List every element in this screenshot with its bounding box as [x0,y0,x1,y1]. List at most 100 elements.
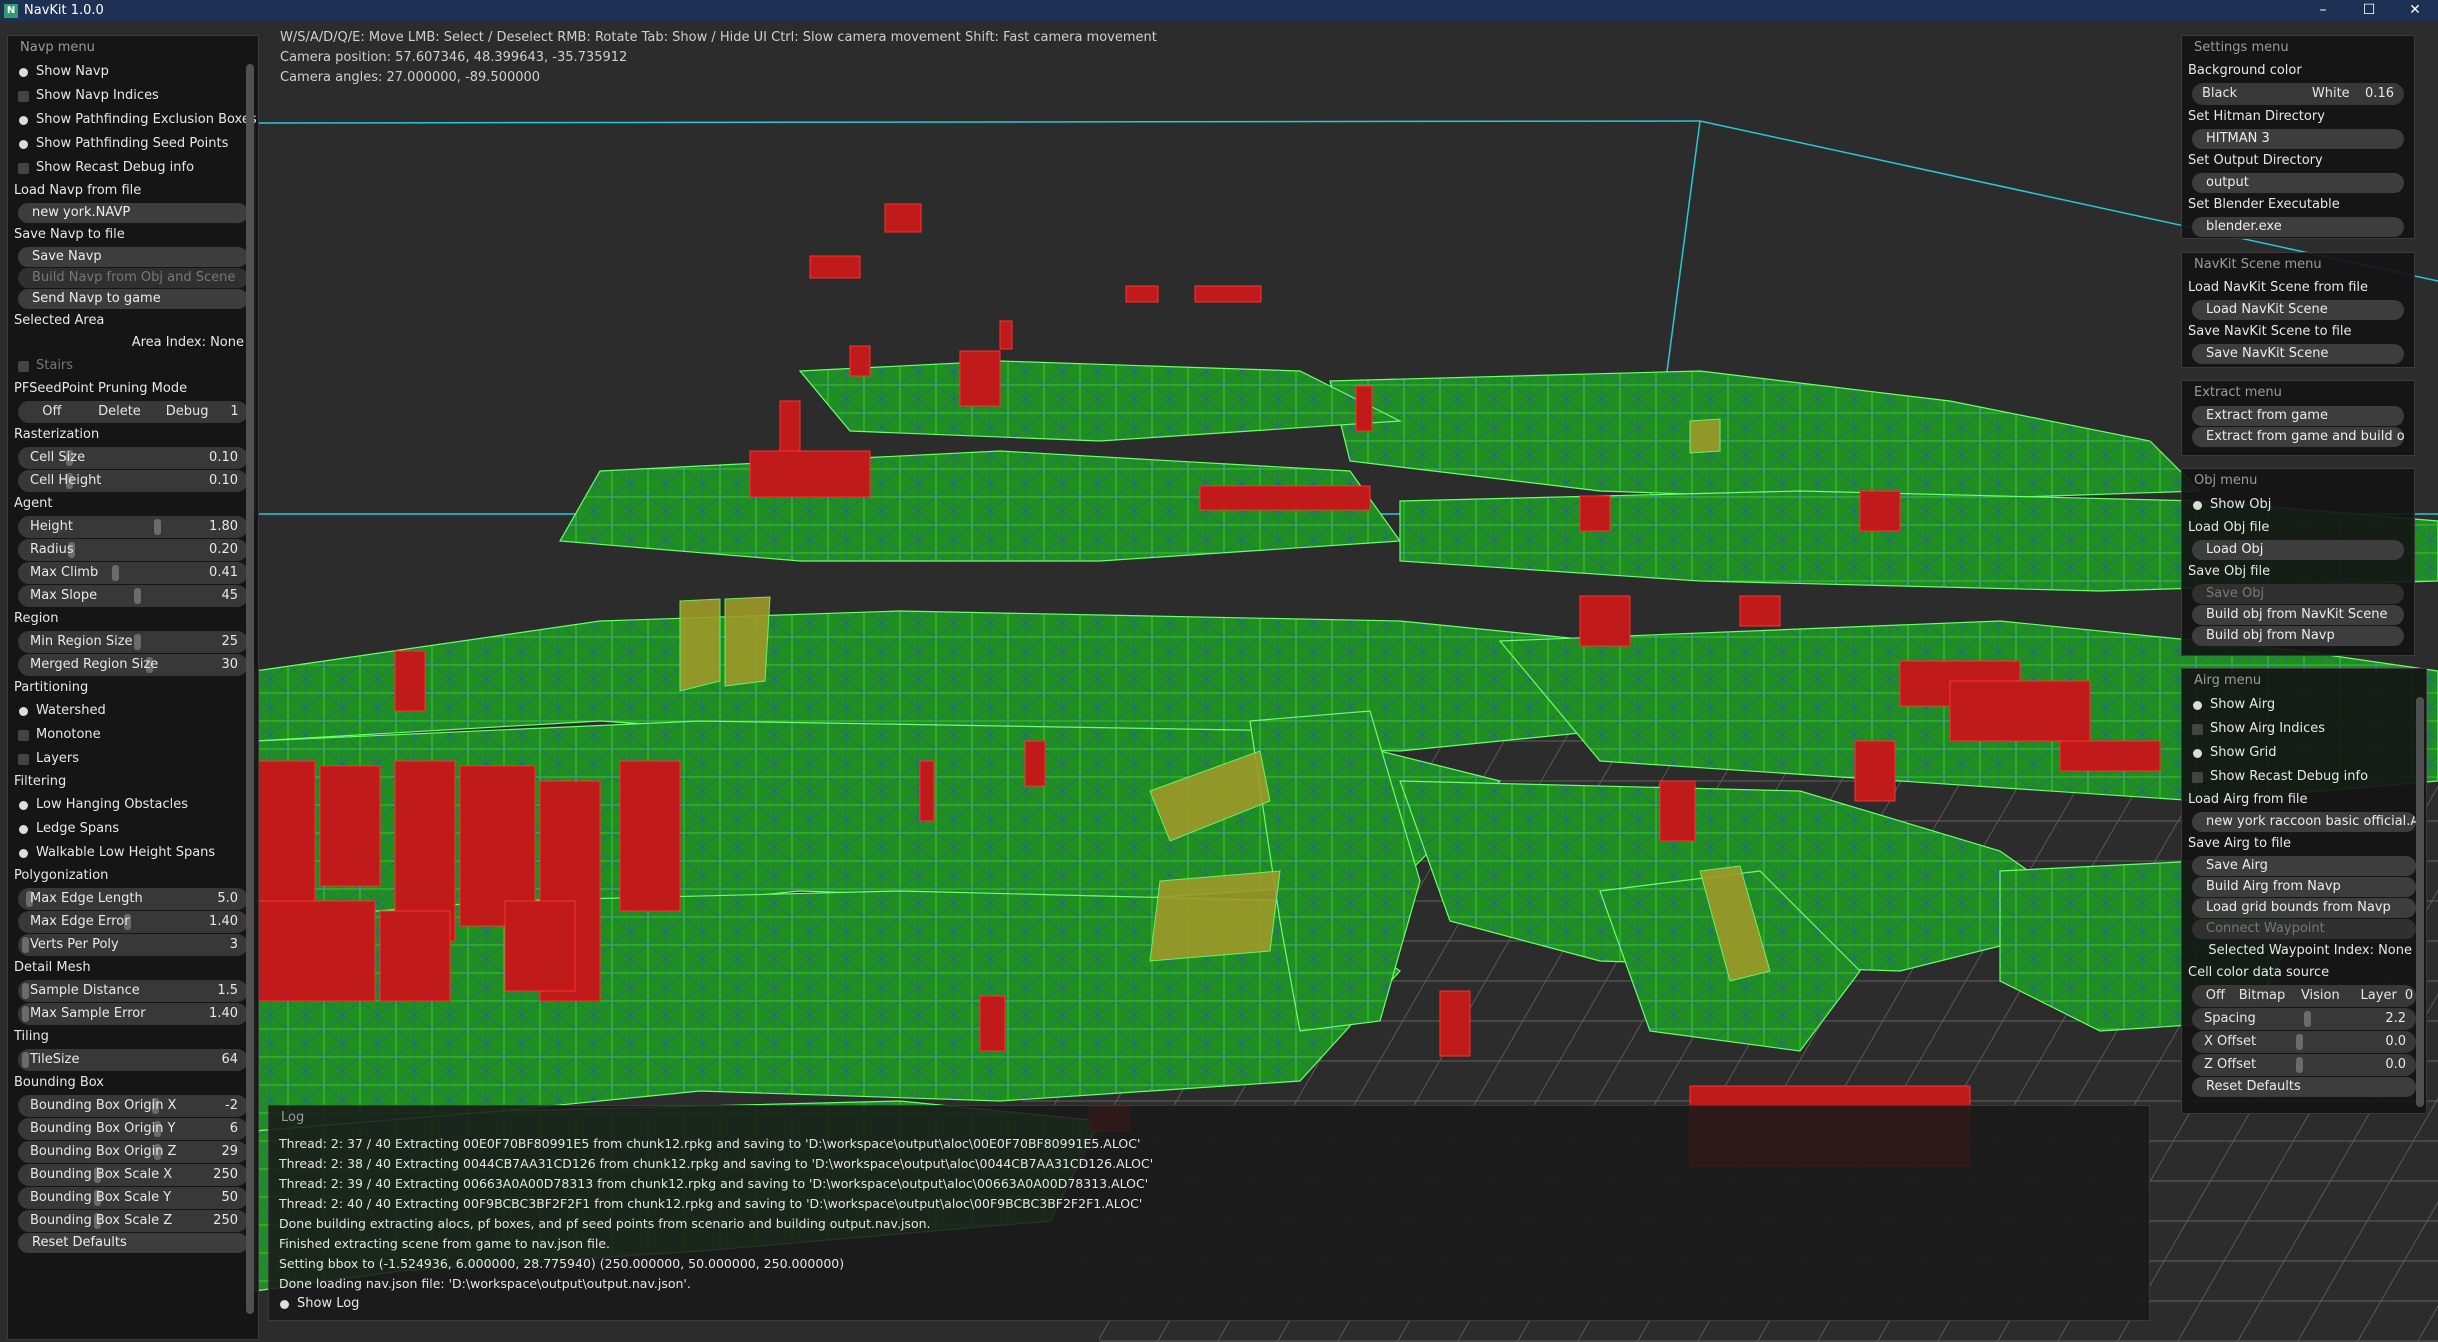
close-button[interactable]: ✕ [2392,0,2438,21]
extract-and-build-obj-button[interactable]: Extract from game and build obj [2192,427,2404,447]
watershed-radio[interactable]: Watershed [8,699,258,723]
build-navp-button[interactable]: Build Navp from Obj and Scene [18,268,248,288]
background-color-slider[interactable]: Black White 0.16 [2192,83,2404,105]
spacing-slider[interactable]: Spacing 2.2 [2192,1008,2416,1030]
x-offset-value: 0.0 [2385,1034,2406,1049]
cell-height-slider[interactable]: Cell Height 0.10 [18,470,248,492]
show-log-checkbox[interactable]: Show Log [269,1294,2149,1314]
bbox-scale-x-slider[interactable]: Bounding Box Scale X 250 [18,1164,248,1186]
max-slope-slider[interactable]: Max Slope 45 [18,585,248,607]
min-region-slider[interactable]: Min Region Size 25 [18,631,248,653]
cell-color-vision: Vision Data [2300,988,2340,1025]
pruning-mode-label: PFSeedPoint Pruning Mode [14,381,188,396]
polygonization-label: Polygonization [14,868,109,883]
obj-menu-panel: Obj menu Show Obj Load Obj file Load Obj… [2181,468,2415,656]
cell-color-off: Off [2205,988,2225,1003]
log-panel: Log Thread: 2: 37 / 40 Extracting 00E0F7… [268,1105,2150,1321]
extract-from-game-button[interactable]: Extract from game [2192,406,2404,426]
bbox-scale-z-slider[interactable]: Bounding Box Scale Z 250 [18,1210,248,1232]
airg-reset-defaults-button[interactable]: Reset Defaults [2192,1077,2416,1097]
stairs-checkbox[interactable]: Stairs [8,354,258,378]
z-offset-slider[interactable]: Z Offset 0.0 [2192,1054,2416,1076]
minimize-button[interactable]: – [2300,0,2346,21]
max-edge-length-slider[interactable]: Max Edge Length 5.0 [18,888,248,910]
save-navp-button[interactable]: Save Navp [18,247,248,267]
send-navp-button[interactable]: Send Navp to game [18,289,248,309]
max-climb-slider[interactable]: Max Climb 0.41 [18,562,248,584]
navp-reset-defaults-button[interactable]: Reset Defaults [18,1233,248,1253]
save-airg-button[interactable]: Save Airg [2192,856,2416,876]
verts-per-poly-label: Verts Per Poly [30,937,119,952]
tile-size-label: TileSize [30,1052,80,1067]
show-airg-label: Show Airg [2210,697,2276,712]
merged-region-label: Merged Region Size [30,657,159,672]
cell-size-slider[interactable]: Cell Size 0.10 [18,447,248,469]
show-airg-checkbox[interactable]: Show Airg [2182,693,2426,717]
cell-height-label: Cell Height [30,473,102,488]
bg-black-label: Black [2202,86,2238,101]
tile-size-slider[interactable]: TileSize 64 [18,1049,248,1071]
bbox-origin-y-value: 6 [229,1121,238,1136]
pruning-mode-slider[interactable]: Off Delete Debug 1 [18,401,248,423]
height-slider[interactable]: Height 1.80 [18,516,248,538]
load-obj-label: Load Obj file [2188,520,2270,535]
navp-menu-scrollbar[interactable] [246,64,254,1314]
show-airg-indices-checkbox[interactable]: Show Airg Indices [2182,717,2426,741]
monotone-radio[interactable]: Monotone [8,723,258,747]
bbox-origin-z-slider[interactable]: Bounding Box Origin Z 29 [18,1141,248,1163]
show-seed-points-checkbox[interactable]: Show Pathfinding Seed Points [8,132,258,156]
load-navp-button[interactable]: new york.NAVP [18,203,248,223]
airg-menu-scrollbar[interactable] [2416,697,2424,1107]
show-recast-debug-checkbox[interactable]: Show Recast Debug info [8,156,258,180]
bbox-scale-y-slider[interactable]: Bounding Box Scale Y 50 [18,1187,248,1209]
load-airg-button[interactable]: new york raccoon basic official.AIRG [2192,812,2416,832]
cell-color-layer: Layer [2360,988,2397,1003]
camera-angles: Camera angles: 27.000000, -89.500000 [280,70,541,85]
build-obj-from-scene-button[interactable]: Build obj from NavKit Scene [2192,605,2404,625]
bounding-box-label: Bounding Box [14,1075,105,1090]
blender-exe-button[interactable]: blender.exe [2192,217,2404,237]
verts-per-poly-slider[interactable]: Verts Per Poly 3 [18,934,248,956]
verts-per-poly-value: 3 [229,937,238,952]
cell-color-slider[interactable]: Off Bitmap Vision Data Layer 0 [2192,985,2416,1025]
connect-waypoint-button[interactable]: Connect Waypoint [2192,919,2416,939]
bbox-scale-y-label: Bounding Box Scale Y [30,1190,172,1205]
show-navp-indices-checkbox[interactable]: Show Navp Indices [8,84,258,108]
show-navp-checkbox[interactable]: Show Navp [8,60,258,84]
output-dir-button[interactable]: output [2192,173,2404,193]
walkable-low-checkbox[interactable]: Walkable Low Height Spans [8,841,258,865]
max-edge-error-slider[interactable]: Max Edge Error 1.40 [18,911,248,933]
show-grid-label: Show Grid [2210,745,2277,760]
show-obj-checkbox[interactable]: Show Obj [2182,493,2414,517]
sample-distance-slider[interactable]: Sample Distance 1.5 [18,980,248,1002]
merged-region-value: 30 [221,657,238,672]
bbox-scale-x-value: 250 [213,1167,238,1182]
layers-radio[interactable]: Layers [8,747,258,771]
bbox-origin-y-slider[interactable]: Bounding Box Origin Y 6 [18,1118,248,1140]
show-navp-label: Show Navp [36,64,109,79]
maximize-button[interactable]: ☐ [2346,0,2392,21]
show-exclusion-boxes-checkbox[interactable]: Show Pathfinding Exclusion Boxes [8,108,258,132]
x-offset-slider[interactable]: X Offset 0.0 [2192,1031,2416,1053]
ledge-spans-checkbox[interactable]: Ledge Spans [8,817,258,841]
max-sample-error-slider[interactable]: Max Sample Error 1.40 [18,1003,248,1025]
log-line: Thread: 2: 37 / 40 Extracting 00E0F70BF8… [279,1136,1141,1151]
load-scene-button[interactable]: Load NavKit Scene [2192,300,2404,320]
load-grid-bounds-button[interactable]: Load grid bounds from Navp [2192,898,2416,918]
hitman-dir-button[interactable]: HITMAN 3 [2192,129,2404,149]
log-line: Finished extracting scene from game to n… [279,1236,611,1251]
radius-label: Radius [30,542,74,557]
load-obj-button[interactable]: Load Obj [2192,540,2404,560]
show-grid-checkbox[interactable]: Show Grid [2182,741,2426,765]
bbox-scale-z-value: 250 [213,1213,238,1228]
bbox-scale-x-label: Bounding Box Scale X [30,1167,173,1182]
airg-show-recast-checkbox[interactable]: Show Recast Debug info [2182,765,2426,789]
radius-slider[interactable]: Radius 0.20 [18,539,248,561]
bbox-origin-x-slider[interactable]: Bounding Box Origin X -2 [18,1095,248,1117]
build-airg-button[interactable]: Build Airg from Navp [2192,877,2416,897]
build-obj-from-navp-button[interactable]: Build obj from Navp [2192,626,2404,646]
save-obj-button[interactable]: Save Obj [2192,584,2404,604]
low-hanging-checkbox[interactable]: Low Hanging Obstacles [8,793,258,817]
merged-region-slider[interactable]: Merged Region Size 30 [18,654,248,676]
save-scene-button[interactable]: Save NavKit Scene [2192,344,2404,364]
